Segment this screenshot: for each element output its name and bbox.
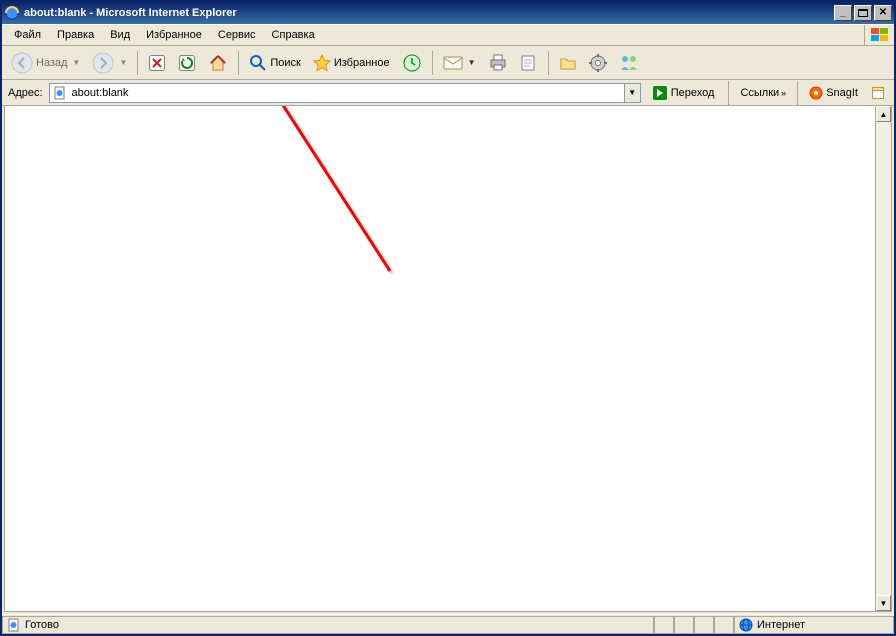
menu-edit[interactable]: Правка [49, 27, 102, 43]
go-icon [652, 85, 668, 101]
favorites-label: Избранное [334, 57, 390, 69]
addrbar-separator [797, 81, 798, 105]
home-icon [208, 53, 228, 73]
go-label: Переход [671, 87, 715, 99]
titlebar: about:blank - Microsoft Internet Explore… [2, 2, 894, 24]
edit-button[interactable] [515, 49, 543, 77]
maximize-button[interactable] [854, 5, 872, 21]
links-label: Ссылки [740, 87, 779, 99]
menu-view[interactable]: Вид [102, 27, 138, 43]
address-bar: Адрес: ▼ Переход Ссылки » SnagIt [2, 80, 894, 106]
status-box [674, 616, 694, 634]
toolbar-separator [137, 51, 138, 75]
toolbar-separator [238, 51, 239, 75]
toolbar: Назад ▼ ▼ Поиск Избранное [2, 46, 894, 80]
refresh-icon [178, 54, 196, 72]
mail-icon [443, 55, 463, 71]
status-box [714, 616, 734, 634]
snagit-extra-button[interactable] [866, 82, 890, 104]
window-icon [871, 86, 885, 100]
search-label: Поиск [270, 57, 300, 69]
chevron-down-icon: ▼ [468, 58, 476, 67]
forward-button[interactable]: ▼ [87, 49, 132, 77]
back-button[interactable]: Назад ▼ [6, 49, 85, 77]
go-button[interactable]: Переход [645, 82, 722, 104]
statusbar: Готово Интернет [2, 614, 894, 634]
menu-file[interactable]: Файл [6, 27, 49, 43]
menu-help[interactable]: Справка [264, 27, 323, 43]
scroll-down-button[interactable]: ▼ [876, 595, 891, 611]
snagit-icon [809, 86, 823, 100]
toolbar-separator [548, 51, 549, 75]
stop-button[interactable] [143, 49, 171, 77]
vertical-scrollbar[interactable]: ▲ ▼ [875, 106, 891, 611]
snagit-button[interactable]: SnagIt [805, 86, 862, 100]
stop-icon [148, 54, 166, 72]
status-text: Готово [25, 619, 59, 631]
addrbar-separator [728, 81, 729, 105]
print-icon [488, 54, 508, 72]
zone-text: Интернет [757, 619, 805, 631]
address-input[interactable] [68, 87, 624, 99]
gear-icon [589, 54, 607, 72]
star-icon [313, 54, 331, 72]
snagit-label: SnagIt [826, 87, 858, 99]
search-button[interactable]: Поиск [244, 49, 305, 77]
zone-panel: Интернет [734, 616, 894, 634]
search-icon [249, 54, 267, 72]
status-box [694, 616, 714, 634]
refresh-button[interactable] [173, 49, 201, 77]
status-panel: Готово [2, 616, 654, 634]
address-field-wrap: ▼ [49, 83, 641, 103]
scroll-track[interactable] [876, 122, 891, 595]
forward-icon [92, 52, 114, 74]
research-button[interactable] [554, 49, 582, 77]
minimize-button[interactable]: _ [834, 5, 852, 21]
window-title: about:blank - Microsoft Internet Explore… [24, 7, 832, 19]
links-button[interactable]: Ссылки » [736, 87, 790, 99]
menubar: Файл Правка Вид Избранное Сервис Справка [2, 24, 894, 46]
chevron-down-icon: ▼ [73, 58, 81, 67]
history-button[interactable] [397, 49, 427, 77]
ie-icon [4, 5, 20, 21]
globe-icon [739, 618, 753, 632]
menu-tools[interactable]: Сервис [210, 27, 264, 43]
home-button[interactable] [203, 49, 233, 77]
windows-flag-icon [864, 25, 894, 45]
annotation-arrow-icon [5, 106, 891, 611]
status-box [654, 616, 674, 634]
messenger-button[interactable] [614, 49, 644, 77]
chevron-right-icon: » [781, 88, 786, 98]
history-icon [402, 53, 422, 73]
content-area: ▲ ▼ [4, 106, 892, 612]
address-dropdown-button[interactable]: ▼ [624, 84, 640, 102]
scroll-up-button[interactable]: ▲ [876, 106, 891, 122]
options-button[interactable] [584, 49, 612, 77]
address-label: Адрес: [6, 87, 45, 99]
page-icon [7, 618, 21, 632]
folder-icon [559, 54, 577, 72]
close-button[interactable]: ✕ [874, 5, 892, 21]
toolbar-separator [432, 51, 433, 75]
page-icon [52, 85, 68, 101]
app-window: about:blank - Microsoft Internet Explore… [0, 0, 896, 636]
back-icon [11, 52, 33, 74]
print-button[interactable] [483, 49, 513, 77]
menu-favorites[interactable]: Избранное [138, 27, 210, 43]
favorites-button[interactable]: Избранное [308, 49, 395, 77]
back-label: Назад [36, 57, 68, 69]
messenger-icon [619, 54, 639, 72]
mail-button[interactable]: ▼ [438, 49, 481, 77]
edit-icon [520, 54, 538, 72]
chevron-down-icon: ▼ [119, 58, 127, 67]
status-boxes [654, 616, 734, 634]
